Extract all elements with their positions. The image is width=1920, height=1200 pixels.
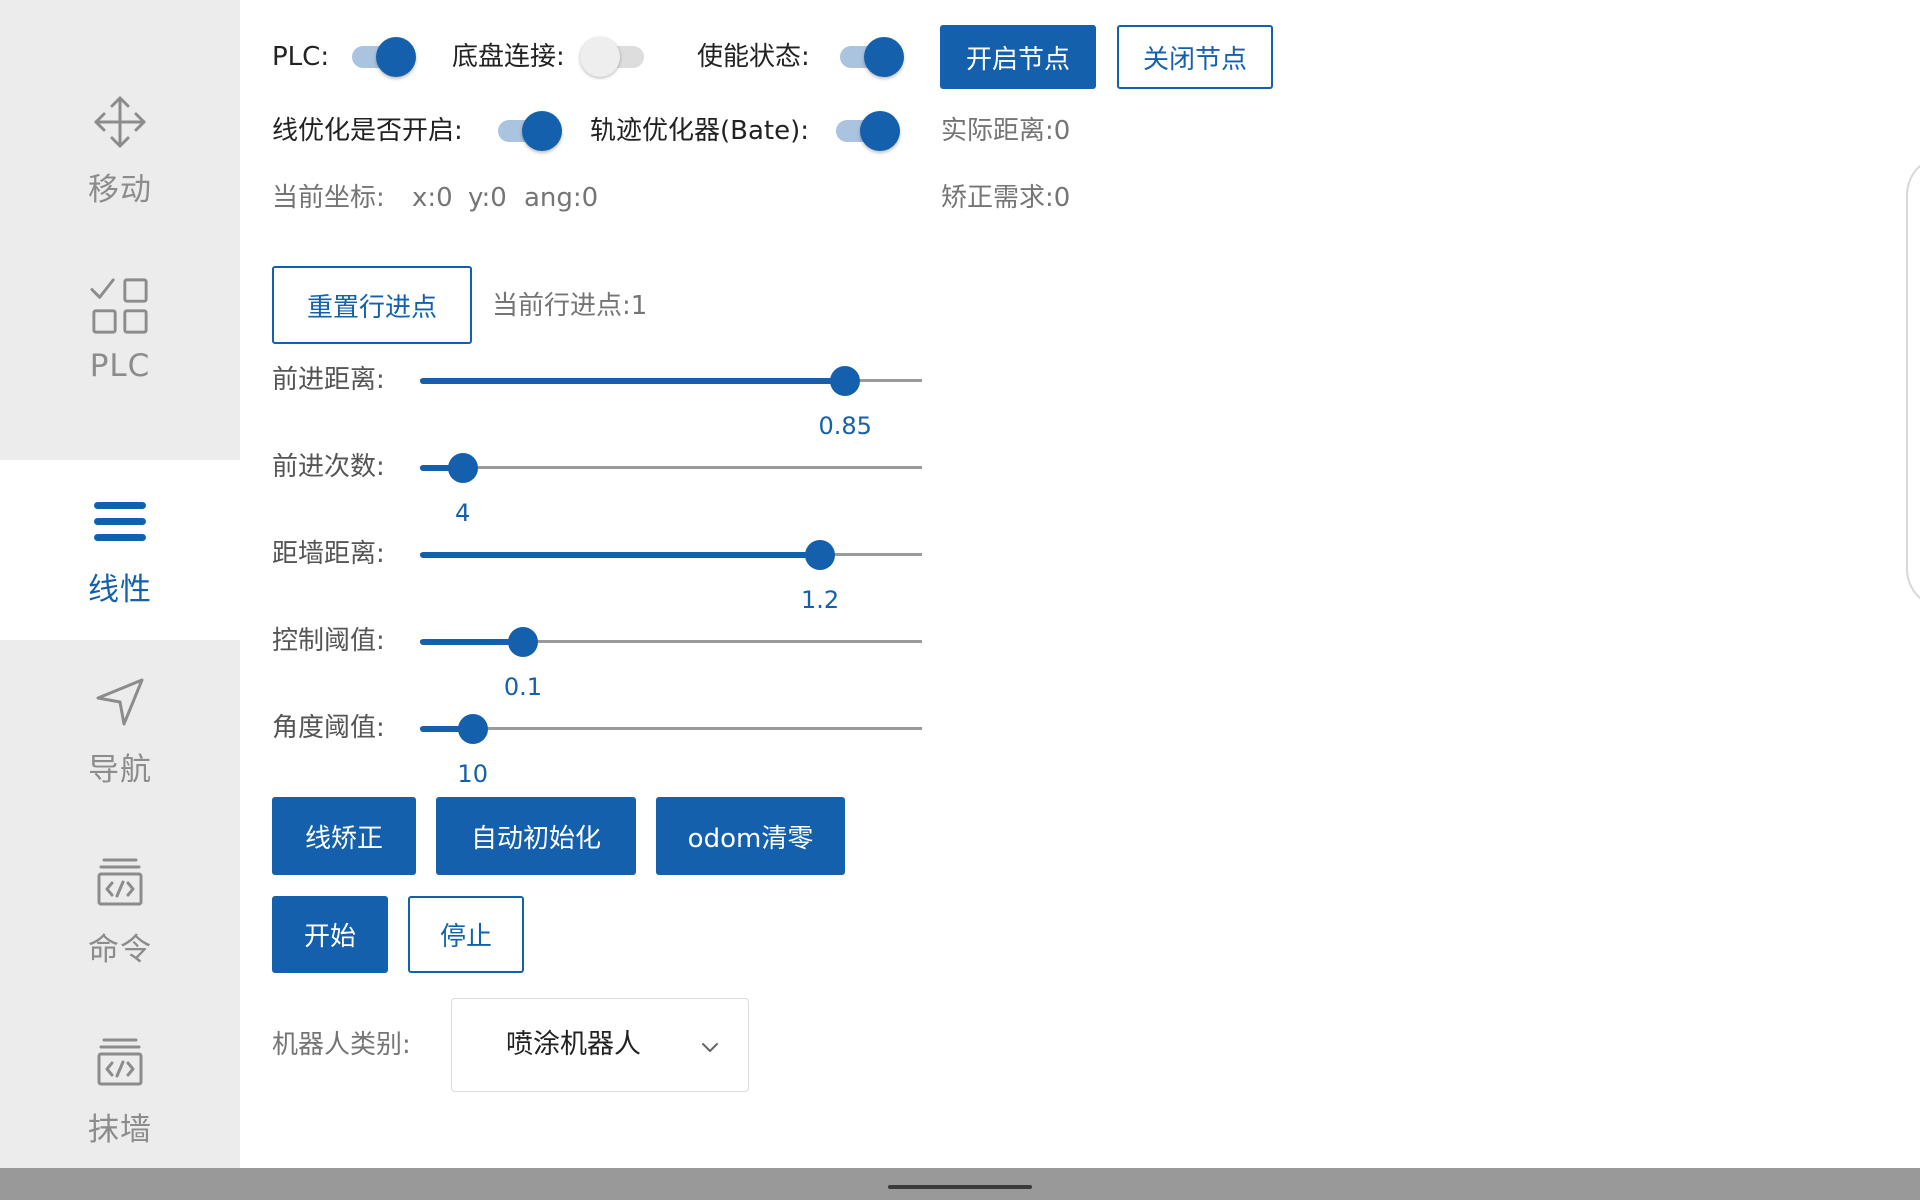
start-button[interactable]: 开始 [272, 896, 388, 973]
sidebar-item-label: 抹墙 [88, 1111, 152, 1148]
slider-rail [420, 727, 922, 730]
slider-thumb[interactable] [507, 627, 538, 657]
slider-thumb[interactable] [805, 540, 836, 570]
robot-type-select[interactable]: 喷涂机器人 [451, 998, 749, 1092]
sidebar-item-plc[interactable]: PLC [0, 240, 240, 420]
enable-state-label: 使能状态: [697, 42, 810, 72]
forward-distance-slider[interactable]: 0.85 [420, 360, 922, 440]
correction-demand: 矫正需求:0 [941, 183, 1071, 213]
sidebar-item-plaster[interactable]: 抹墙 [0, 1000, 240, 1180]
toggle-knob [522, 111, 562, 151]
control-threshold-label: 控制阈值: [272, 626, 385, 656]
chevron-down-icon [698, 1035, 722, 1059]
sidebar-item-linear[interactable]: 线性 [0, 460, 240, 640]
actual-distance: 实际距离:0 [941, 116, 1071, 146]
code-box-icon [90, 1032, 150, 1092]
chassis-connection-toggle[interactable] [580, 35, 652, 79]
menu-icon [90, 492, 150, 552]
enable-state-toggle[interactable] [836, 35, 908, 79]
sidebar-item-command[interactable]: 命令 [0, 820, 240, 1000]
plc-label: PLC: [272, 42, 330, 72]
control-threshold-slider[interactable]: 0.1 [420, 621, 922, 701]
sidebar-item-label: 命令 [88, 931, 152, 968]
odom-reset-button[interactable]: odom清零 [656, 797, 845, 875]
sidebar-item-label: 导航 [88, 751, 152, 788]
edge-handle [1906, 155, 1920, 609]
reset-progress-button[interactable]: 重置行进点 [272, 266, 472, 344]
chassis-connection-label: 底盘连接: [452, 42, 565, 72]
slider-fill [420, 552, 821, 558]
move-icon [90, 92, 150, 152]
trajectory-optimizer-label: 轨迹优化器(Bate): [590, 116, 810, 146]
coordinate-x: x:0 [412, 183, 453, 213]
angle-threshold-slider[interactable]: 10 [420, 708, 922, 788]
sidebar-item-move[interactable]: 移动 [0, 60, 240, 240]
forward-distance-label: 前进距离: [272, 365, 385, 395]
sidebar-item-label: 线性 [88, 571, 152, 608]
slider-thumb[interactable] [457, 714, 488, 744]
wall-distance-label: 距墙距离: [272, 539, 385, 569]
sidebar-item-navigation[interactable]: 导航 [0, 640, 240, 820]
coordinate-angle: ang:0 [524, 183, 599, 213]
line-correction-button[interactable]: 线矫正 [272, 797, 416, 875]
robot-type-label: 机器人类别: [272, 1030, 411, 1060]
toggle-knob [580, 37, 620, 77]
line-optimization-toggle[interactable] [494, 109, 566, 153]
code-box-icon [90, 852, 150, 912]
stop-button[interactable]: 停止 [408, 896, 524, 973]
forward-count-slider[interactable]: 4 [420, 447, 922, 527]
trajectory-optimizer-toggle[interactable] [832, 109, 904, 153]
slider-value: 1.2 [801, 586, 840, 614]
robot-type-value: 喷涂机器人 [506, 1029, 641, 1060]
current-progress-point: 当前行进点:1 [492, 291, 648, 321]
grid-check-icon [90, 276, 150, 336]
toggle-knob [860, 111, 900, 151]
toggle-knob [864, 37, 904, 77]
slider-value: 0.1 [503, 673, 542, 701]
forward-count-label: 前进次数: [272, 452, 385, 482]
coordinate-y: y:0 [468, 183, 507, 213]
system-nav-bar [0, 1168, 1920, 1200]
slider-rail [420, 466, 922, 469]
current-coordinate-label: 当前坐标: [272, 183, 385, 213]
slider-value: 10 [457, 760, 488, 788]
stop-node-button[interactable]: 关闭节点 [1117, 25, 1273, 89]
auto-initialize-button[interactable]: 自动初始化 [436, 797, 636, 875]
toggle-knob [376, 37, 416, 77]
sidebar-item-label: PLC [89, 348, 151, 384]
angle-threshold-label: 角度阈值: [272, 713, 385, 743]
slider-thumb[interactable] [830, 366, 861, 396]
slider-thumb[interactable] [447, 453, 478, 483]
slider-value: 4 [455, 499, 471, 527]
navigation-icon [90, 672, 150, 732]
sidebar-item-label: 移动 [88, 171, 152, 208]
plc-toggle[interactable] [348, 35, 420, 79]
wall-distance-slider[interactable]: 1.2 [420, 534, 922, 614]
slider-value: 0.85 [818, 412, 872, 440]
sidebar: 移动 PLC 线性 导航 命令 抹墙 [0, 0, 240, 1168]
start-node-button[interactable]: 开启节点 [940, 25, 1096, 89]
slider-fill [420, 378, 846, 384]
home-indicator[interactable] [888, 1185, 1032, 1189]
line-optimization-label: 线优化是否开启: [272, 116, 463, 146]
